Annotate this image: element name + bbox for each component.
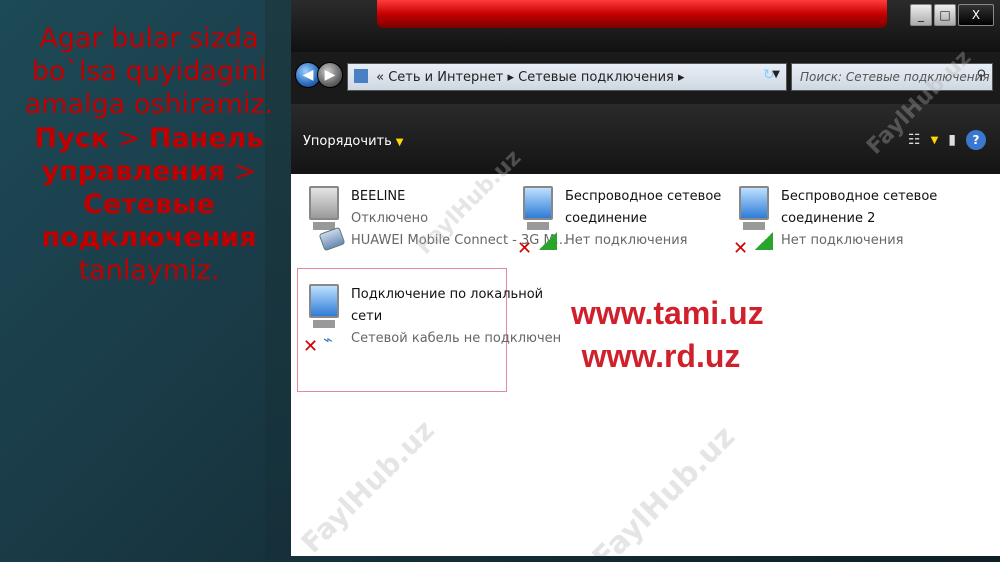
window-controls: _ □ X [910,4,994,26]
title-highlight [377,0,887,28]
connection-name-line2: сети [351,309,383,325]
connection-item-local[interactable]: ✕ ⌁ Подключение по локальной сети Сетево… [301,280,561,370]
network-folder-icon [354,69,368,83]
chevron-down-icon[interactable]: ▼ [931,135,939,146]
forward-button[interactable]: ▶ [317,62,343,88]
modem-connection-icon [301,182,347,262]
title-bar: _ □ X [291,0,1000,52]
connection-name-line2: соединение [565,211,647,227]
organize-menu[interactable]: Упорядочить ▼ [303,134,403,149]
instruction-intro: Agar bular sizda bo`lsa quyidagini amalg… [24,23,274,121]
preview-pane-icon[interactable]: ▮ [948,132,956,148]
address-bar[interactable]: « Сеть и Интернет ▸ Сетевые подключения … [347,63,787,91]
view-controls: ☷ ▼ ▮ ? [908,130,986,150]
connection-name: Беспроводное сетевое [781,189,938,204]
organize-label: Упорядочить [303,134,392,149]
instruction-end: tanlaymiz. [78,255,220,287]
path-separator: > [117,122,141,154]
search-icon[interactable]: ⚲ [976,68,986,83]
chevron-down-icon: ▼ [395,137,404,148]
slide-instructions: Agar bular sizda bo`lsa quyidagini amalg… [18,22,280,288]
wireless-connection-icon: ✕ [731,182,777,262]
breadcrumb[interactable]: « Сеть и Интернет ▸ Сетевые подключения … [376,70,684,85]
refresh-icon[interactable]: ↻ [763,67,775,83]
connection-item-wireless-2[interactable]: ✕ Беспроводное сетевое соединение 2 Нет … [731,182,961,272]
connection-status: Нет подключения [781,233,904,249]
promo-watermark: www.tami.uz www.rd.uz [571,292,764,378]
network-cable-icon: ⌁ [323,330,333,349]
connection-name: Беспроводное сетевое [565,189,722,204]
instruction-path: Пуск > Панель управления > Сетевые подкл… [18,122,280,288]
connection-status: Сетевой кабель не подключен [351,331,562,347]
connection-status: Нет подключения [565,233,688,249]
signal-bars-icon [539,232,557,250]
connection-name: Подключение по локальной [351,287,544,302]
wireless-connection-icon: ✕ [515,182,561,262]
screenshot-window: _ □ X ◀ ▶ « Сеть и Интернет ▸ Сетевые по… [291,0,1000,556]
path-end: Сетевые подключения [41,189,257,254]
signal-bars-icon [755,232,773,250]
connection-name-line2: соединение 2 [781,211,876,227]
restore-button[interactable]: □ [934,4,956,26]
promo-line-1: www.tami.uz [571,295,764,331]
disconnected-icon: ✕ [303,336,319,357]
path-separator: > [233,155,257,187]
close-button[interactable]: X [958,4,994,26]
path-start: Пуск [34,122,110,154]
address-row: ◀ ▶ « Сеть и Интернет ▸ Сетевые подключе… [291,52,1000,104]
minimize-button[interactable]: _ [910,4,932,26]
views-icon[interactable]: ☷ [908,132,921,148]
disconnected-icon: ✕ [733,238,749,259]
connection-item-wireless[interactable]: ✕ Беспроводное сетевое соединение Нет по… [515,182,725,272]
lan-connection-icon: ✕ ⌁ [301,280,347,360]
promo-line-2: www.rd.uz [581,338,741,375]
help-icon[interactable]: ? [966,130,986,150]
disconnected-icon: ✕ [517,238,533,259]
